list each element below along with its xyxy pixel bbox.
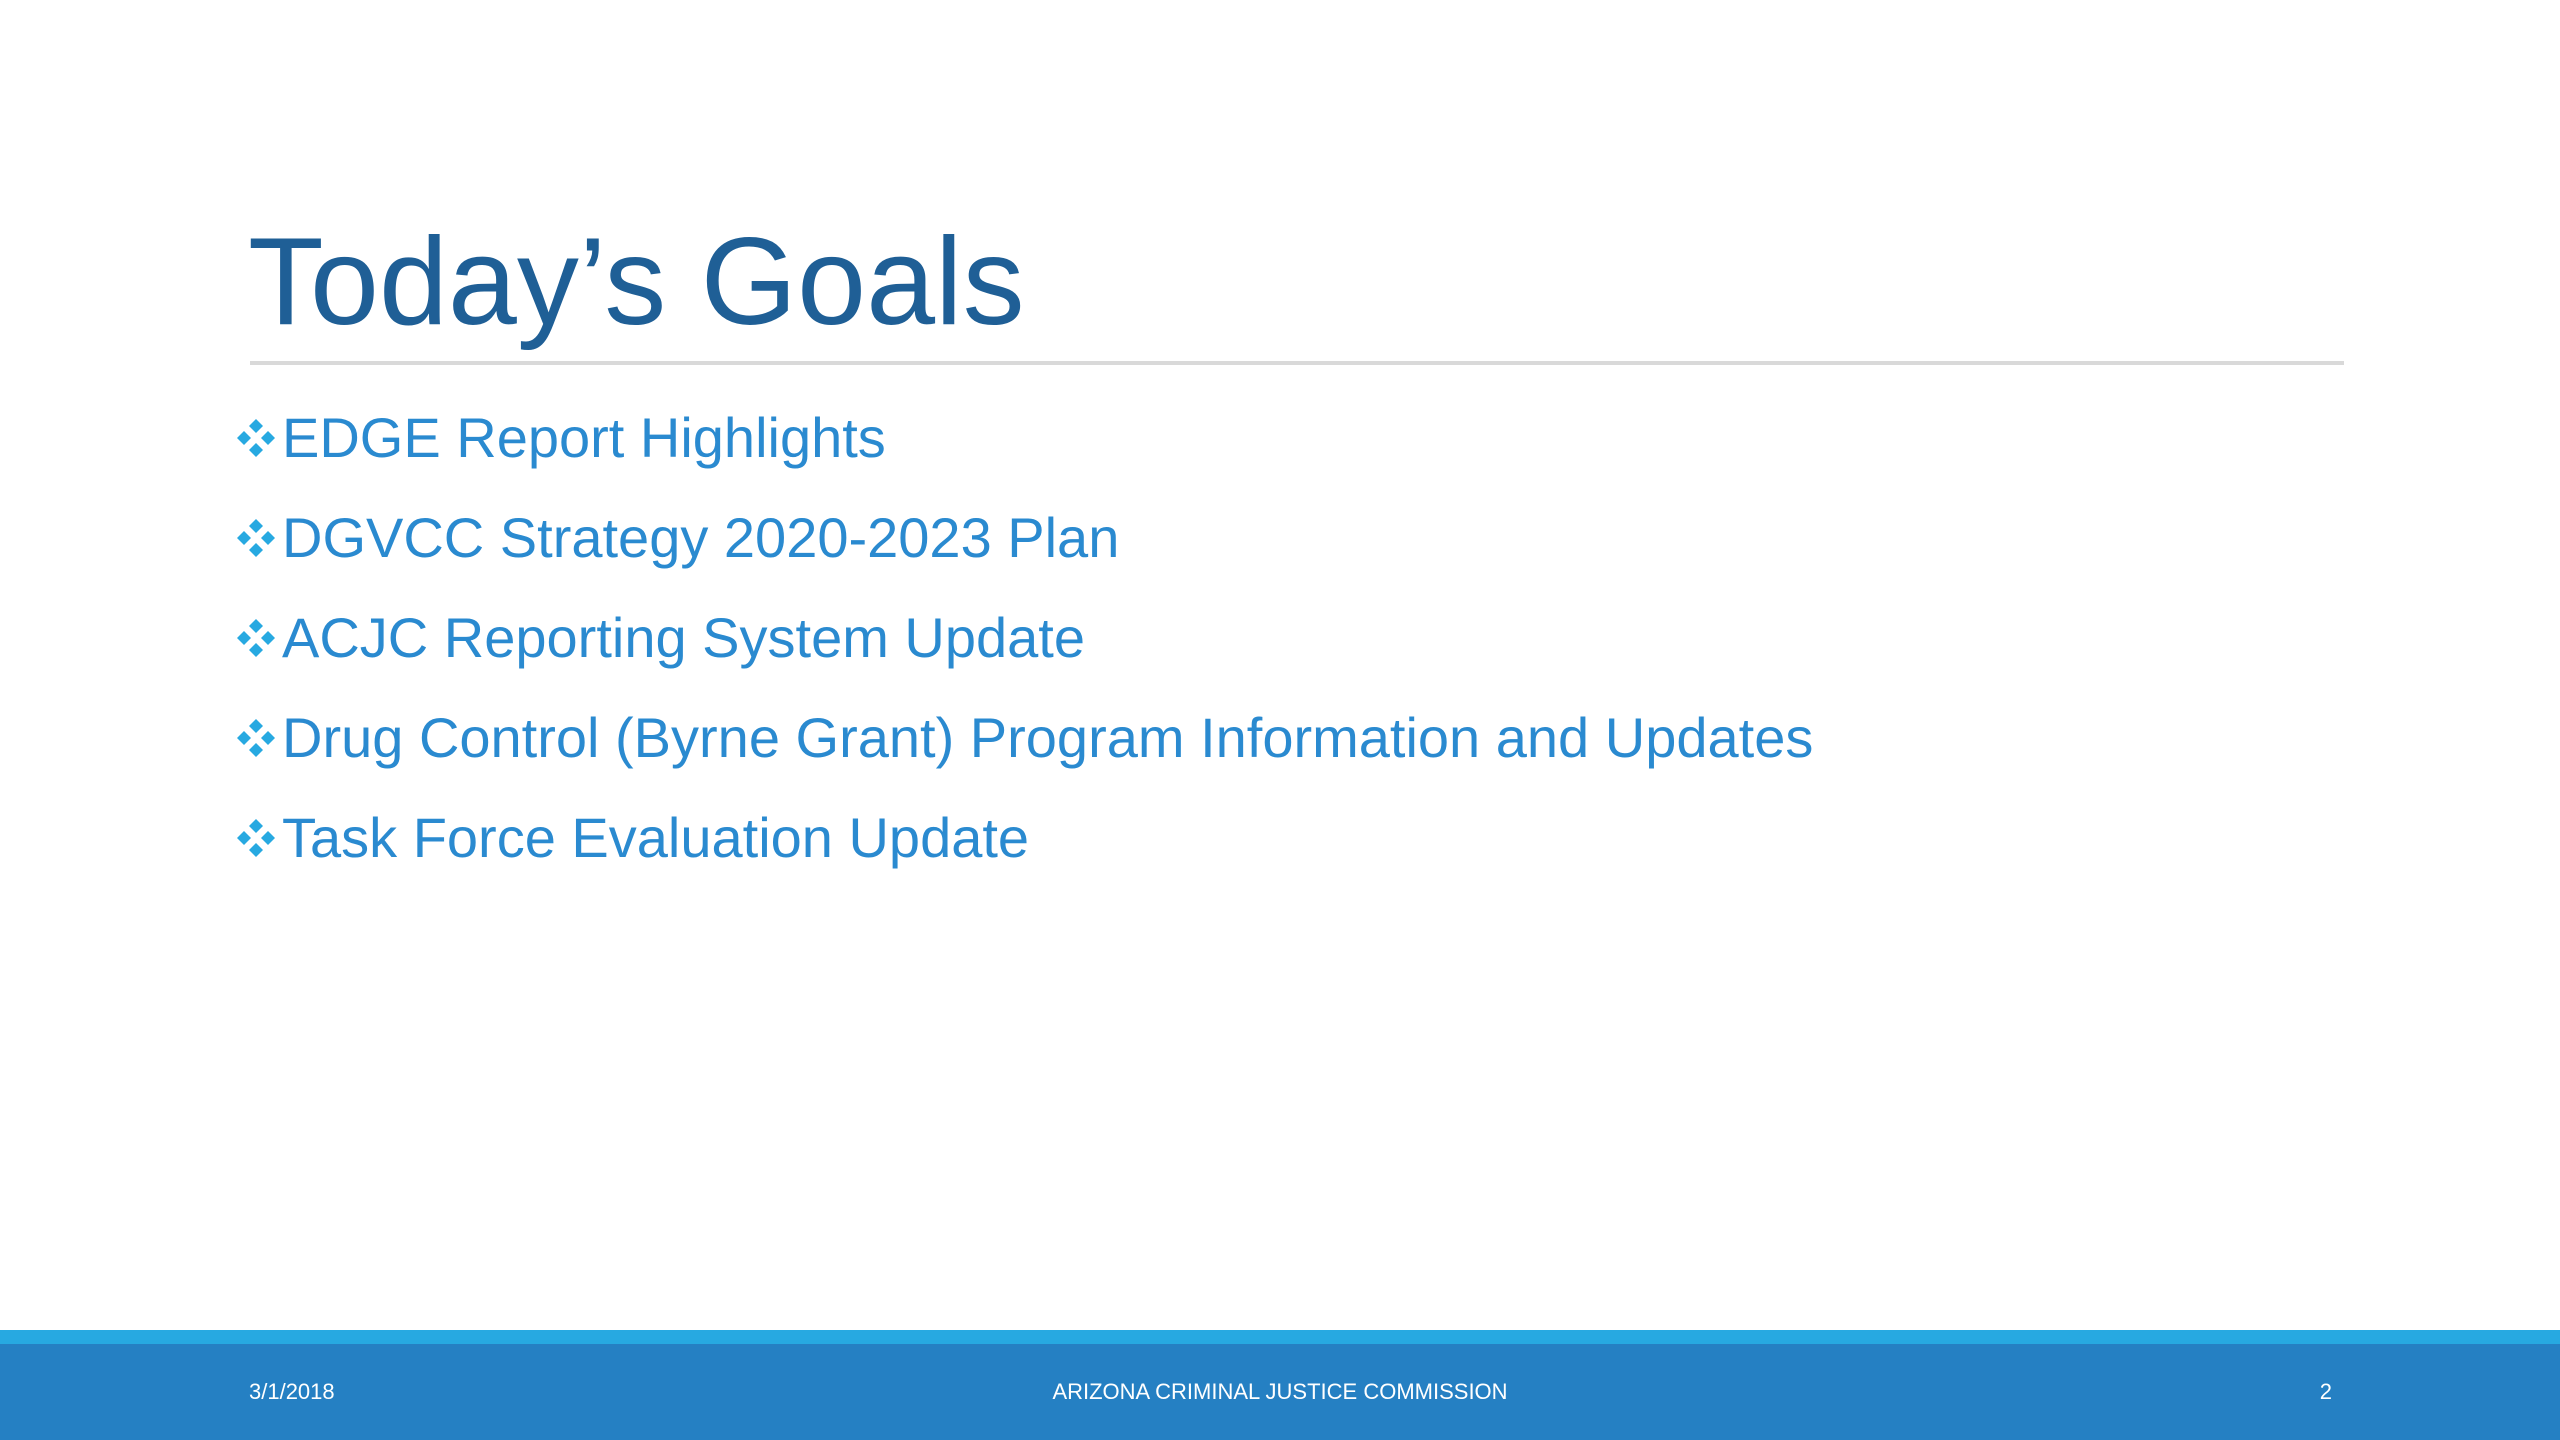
slide: Today’s Goals EDGE Report Highlights DGV… <box>0 0 2560 1440</box>
bullet-text: Drug Control (Byrne Grant) Program Infor… <box>282 706 1814 769</box>
goals-list: EDGE Report Highlights DGVCC Strategy 20… <box>232 388 1813 888</box>
footer-organization: ARIZONA CRIMINAL JUSTICE COMMISSION <box>1052 1379 1508 1404</box>
bullet-text: EDGE Report Highlights <box>282 406 886 469</box>
bullet-text: DGVCC Strategy 2020-2023 Plan <box>282 506 1120 569</box>
four-diamond-bullet-icon <box>237 419 275 457</box>
bullet-text: Task Force Evaluation Update <box>282 806 1030 869</box>
four-diamond-bullet-icon <box>237 519 275 557</box>
footer-page-number: 2 <box>2319 1379 2332 1404</box>
bullet-text: ACJC Reporting System Update <box>282 606 1086 669</box>
four-diamond-bullet-icon <box>237 819 275 857</box>
title-divider <box>250 361 2344 365</box>
list-item: EDGE Report Highlights <box>232 388 1813 488</box>
four-diamond-bullet-icon <box>237 719 275 757</box>
slide-title: Today’s Goals <box>248 213 1025 351</box>
four-diamond-bullet-icon <box>237 619 275 657</box>
footer-accent-stripe <box>0 1330 2560 1344</box>
list-item: ACJC Reporting System Update <box>232 588 1813 688</box>
list-item: Drug Control (Byrne Grant) Program Infor… <box>232 688 1813 788</box>
list-item: DGVCC Strategy 2020-2023 Plan <box>232 488 1813 588</box>
list-item: Task Force Evaluation Update <box>232 788 1813 888</box>
